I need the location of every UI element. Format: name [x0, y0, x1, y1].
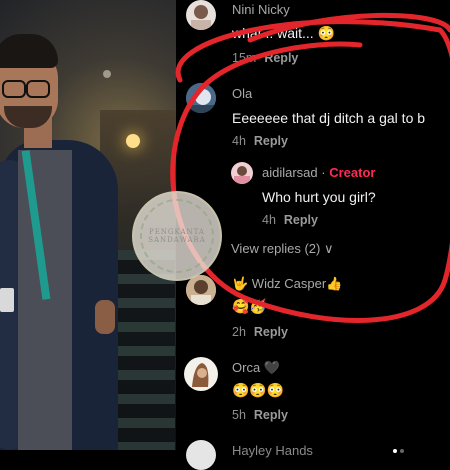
watermark-logo: PENGKANTA SANDAWARA: [132, 191, 222, 281]
person-shirt: [18, 150, 72, 450]
stage-light: [126, 134, 140, 148]
avatar[interactable]: [186, 275, 216, 305]
reply-username-text[interactable]: aidilarsad: [262, 165, 318, 180]
comment-text: 🥰🥳: [232, 298, 267, 314]
creator-badge: Creator: [329, 165, 376, 180]
page-indicator: [393, 440, 407, 458]
avatar-image: [191, 5, 211, 30]
comment-username[interactable]: Nini Nicky: [232, 2, 290, 17]
comment-time: 5h: [232, 408, 246, 422]
separator: ·: [317, 165, 330, 180]
comment-time: 2h: [232, 325, 246, 339]
avatar[interactable]: [186, 83, 216, 113]
view-replies-button[interactable]: View replies (2) ∨: [231, 241, 333, 257]
person-hair: [0, 34, 58, 68]
stage-light: [103, 70, 111, 78]
reply-button[interactable]: Reply: [254, 325, 288, 339]
avatar[interactable]: [184, 357, 218, 391]
avatar-image: [192, 363, 209, 387]
avatar[interactable]: [186, 0, 216, 30]
reply-username: aidilarsad · Creator: [262, 165, 375, 180]
comment-meta: 4h Reply: [232, 134, 288, 148]
reply-button[interactable]: Reply: [284, 213, 318, 227]
comment-meta: 5h Reply: [232, 408, 288, 422]
avatar[interactable]: [231, 162, 253, 184]
reply-meta: 4h Reply: [262, 213, 318, 227]
avatar-image: [234, 166, 250, 184]
reply-text: Who hurt you girl?: [262, 189, 376, 205]
comment-text: Eeeeeee that dj ditch a gal to b: [232, 110, 426, 126]
comment-username[interactable]: Ola: [232, 86, 252, 101]
glasses: [0, 80, 50, 98]
comment-time: 15m: [232, 51, 257, 65]
reply-button[interactable]: Reply: [264, 51, 298, 65]
avatar-image: [186, 275, 216, 305]
id-badge: [0, 288, 14, 312]
comment-time: 4h: [232, 134, 246, 148]
reply-button[interactable]: Reply: [254, 134, 288, 148]
watermark-ring: [140, 199, 214, 273]
reply-button[interactable]: Reply: [254, 408, 288, 422]
comment-meta: 2h Reply: [232, 325, 288, 339]
person-hand: [95, 300, 115, 334]
comment-username[interactable]: Orca 🖤: [232, 360, 280, 376]
comment-username[interactable]: Hayley Hands: [232, 443, 313, 458]
avatar[interactable]: [186, 440, 216, 470]
comment-meta: 15m Reply: [232, 51, 298, 65]
reply-time: 4h: [262, 213, 276, 227]
comment-text: what .. wait... 😳: [232, 25, 336, 41]
comment-text: 😳😳😳: [232, 382, 285, 398]
avatar-image: [186, 83, 216, 113]
comment-username[interactable]: 🤟 Widz Casper👍: [232, 276, 342, 292]
